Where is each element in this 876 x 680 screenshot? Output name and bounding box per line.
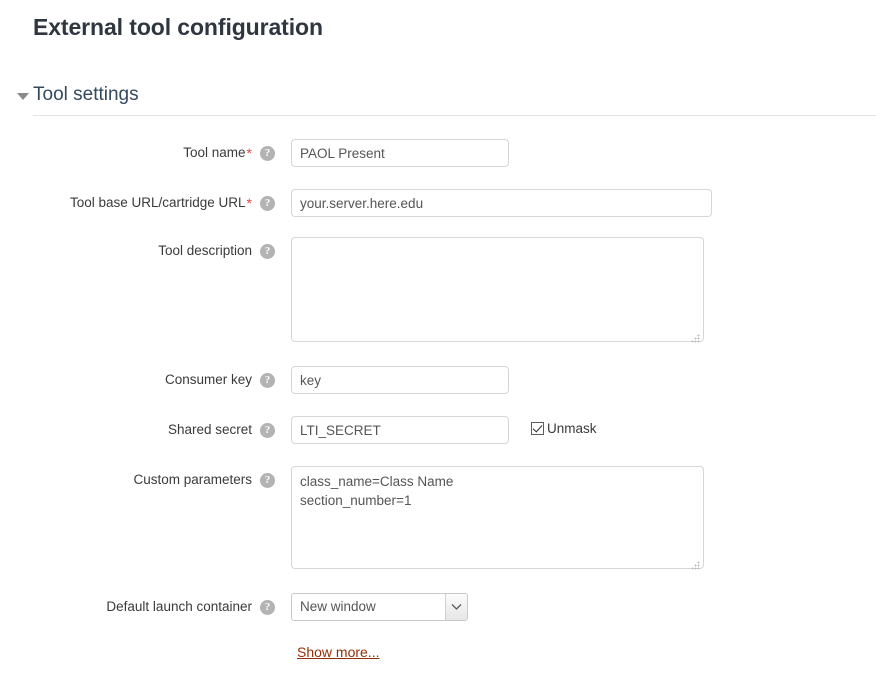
default-launch-container-value: New window [300, 594, 376, 620]
field-custom-parameters [291, 466, 704, 574]
field-tool-url [291, 189, 712, 217]
shared-secret-input[interactable] [291, 416, 509, 444]
custom-parameters-wrapper [291, 466, 704, 574]
show-more-link[interactable]: Show more... [297, 644, 379, 660]
help-icon-consumer-key[interactable]: ? [260, 373, 275, 388]
label-custom-parameters-text: Custom parameters [133, 472, 252, 488]
label-tool-name: Tool name* ? [0, 139, 275, 167]
label-tool-url-text: Tool base URL/cartridge URL [70, 195, 246, 211]
caret-down-icon [17, 93, 29, 100]
label-tool-description: Tool description ? [0, 237, 275, 265]
tool-name-input[interactable] [291, 139, 509, 167]
tool-description-textarea[interactable] [291, 237, 704, 342]
field-tool-description [291, 237, 704, 347]
help-icon-default-launch-container[interactable]: ? [260, 600, 275, 615]
tool-settings-section-label: Tool settings [33, 84, 139, 106]
custom-parameters-textarea[interactable] [291, 466, 704, 569]
label-tool-name-text: Tool name [183, 145, 245, 161]
tool-settings-section-toggle[interactable]: Tool settings [17, 84, 139, 106]
help-icon-custom-parameters[interactable]: ? [260, 473, 275, 488]
help-icon-tool-url[interactable]: ? [260, 196, 275, 211]
label-consumer-key: Consumer key ? [0, 366, 275, 394]
default-launch-container-select[interactable]: New window [291, 593, 468, 621]
label-custom-parameters: Custom parameters ? [0, 466, 275, 494]
required-marker: * [247, 195, 252, 211]
help-icon-shared-secret[interactable]: ? [260, 423, 275, 438]
help-icon-tool-name[interactable]: ? [260, 146, 275, 161]
field-default-launch-container: New window [291, 593, 468, 626]
page-title: External tool configuration [33, 14, 323, 41]
field-consumer-key [291, 366, 509, 394]
field-shared-secret: Unmask [291, 416, 597, 444]
form-row-consumer-key: Consumer key ? [0, 366, 509, 394]
label-default-launch-container: Default launch container ? [0, 593, 275, 621]
label-shared-secret: Shared secret ? [0, 416, 275, 444]
field-tool-name [291, 139, 509, 167]
form-row-tool-url: Tool base URL/cartridge URL* ? [0, 189, 712, 217]
label-shared-secret-text: Shared secret [168, 422, 252, 438]
label-default-launch-container-text: Default launch container [106, 599, 252, 615]
unmask-checkbox-wrapper[interactable]: Unmask [531, 421, 597, 436]
unmask-label: Unmask [547, 421, 597, 436]
help-icon-tool-description[interactable]: ? [260, 244, 275, 259]
form-row-tool-description: Tool description ? [0, 237, 704, 347]
tool-url-input[interactable] [291, 189, 712, 217]
chevron-down-icon[interactable] [445, 594, 467, 620]
section-divider [33, 115, 876, 116]
required-marker: * [247, 145, 252, 161]
label-consumer-key-text: Consumer key [165, 372, 252, 388]
label-tool-description-text: Tool description [158, 243, 252, 259]
form-row-shared-secret: Shared secret ? Unmask [0, 416, 597, 444]
unmask-checkbox[interactable] [531, 422, 544, 435]
label-tool-url: Tool base URL/cartridge URL* ? [0, 189, 275, 217]
tool-description-wrapper [291, 237, 704, 347]
consumer-key-input[interactable] [291, 366, 509, 394]
form-row-custom-parameters: Custom parameters ? [0, 466, 704, 574]
form-row-default-launch-container: Default launch container ? New window [0, 593, 468, 626]
form-row-tool-name: Tool name* ? [0, 139, 509, 167]
